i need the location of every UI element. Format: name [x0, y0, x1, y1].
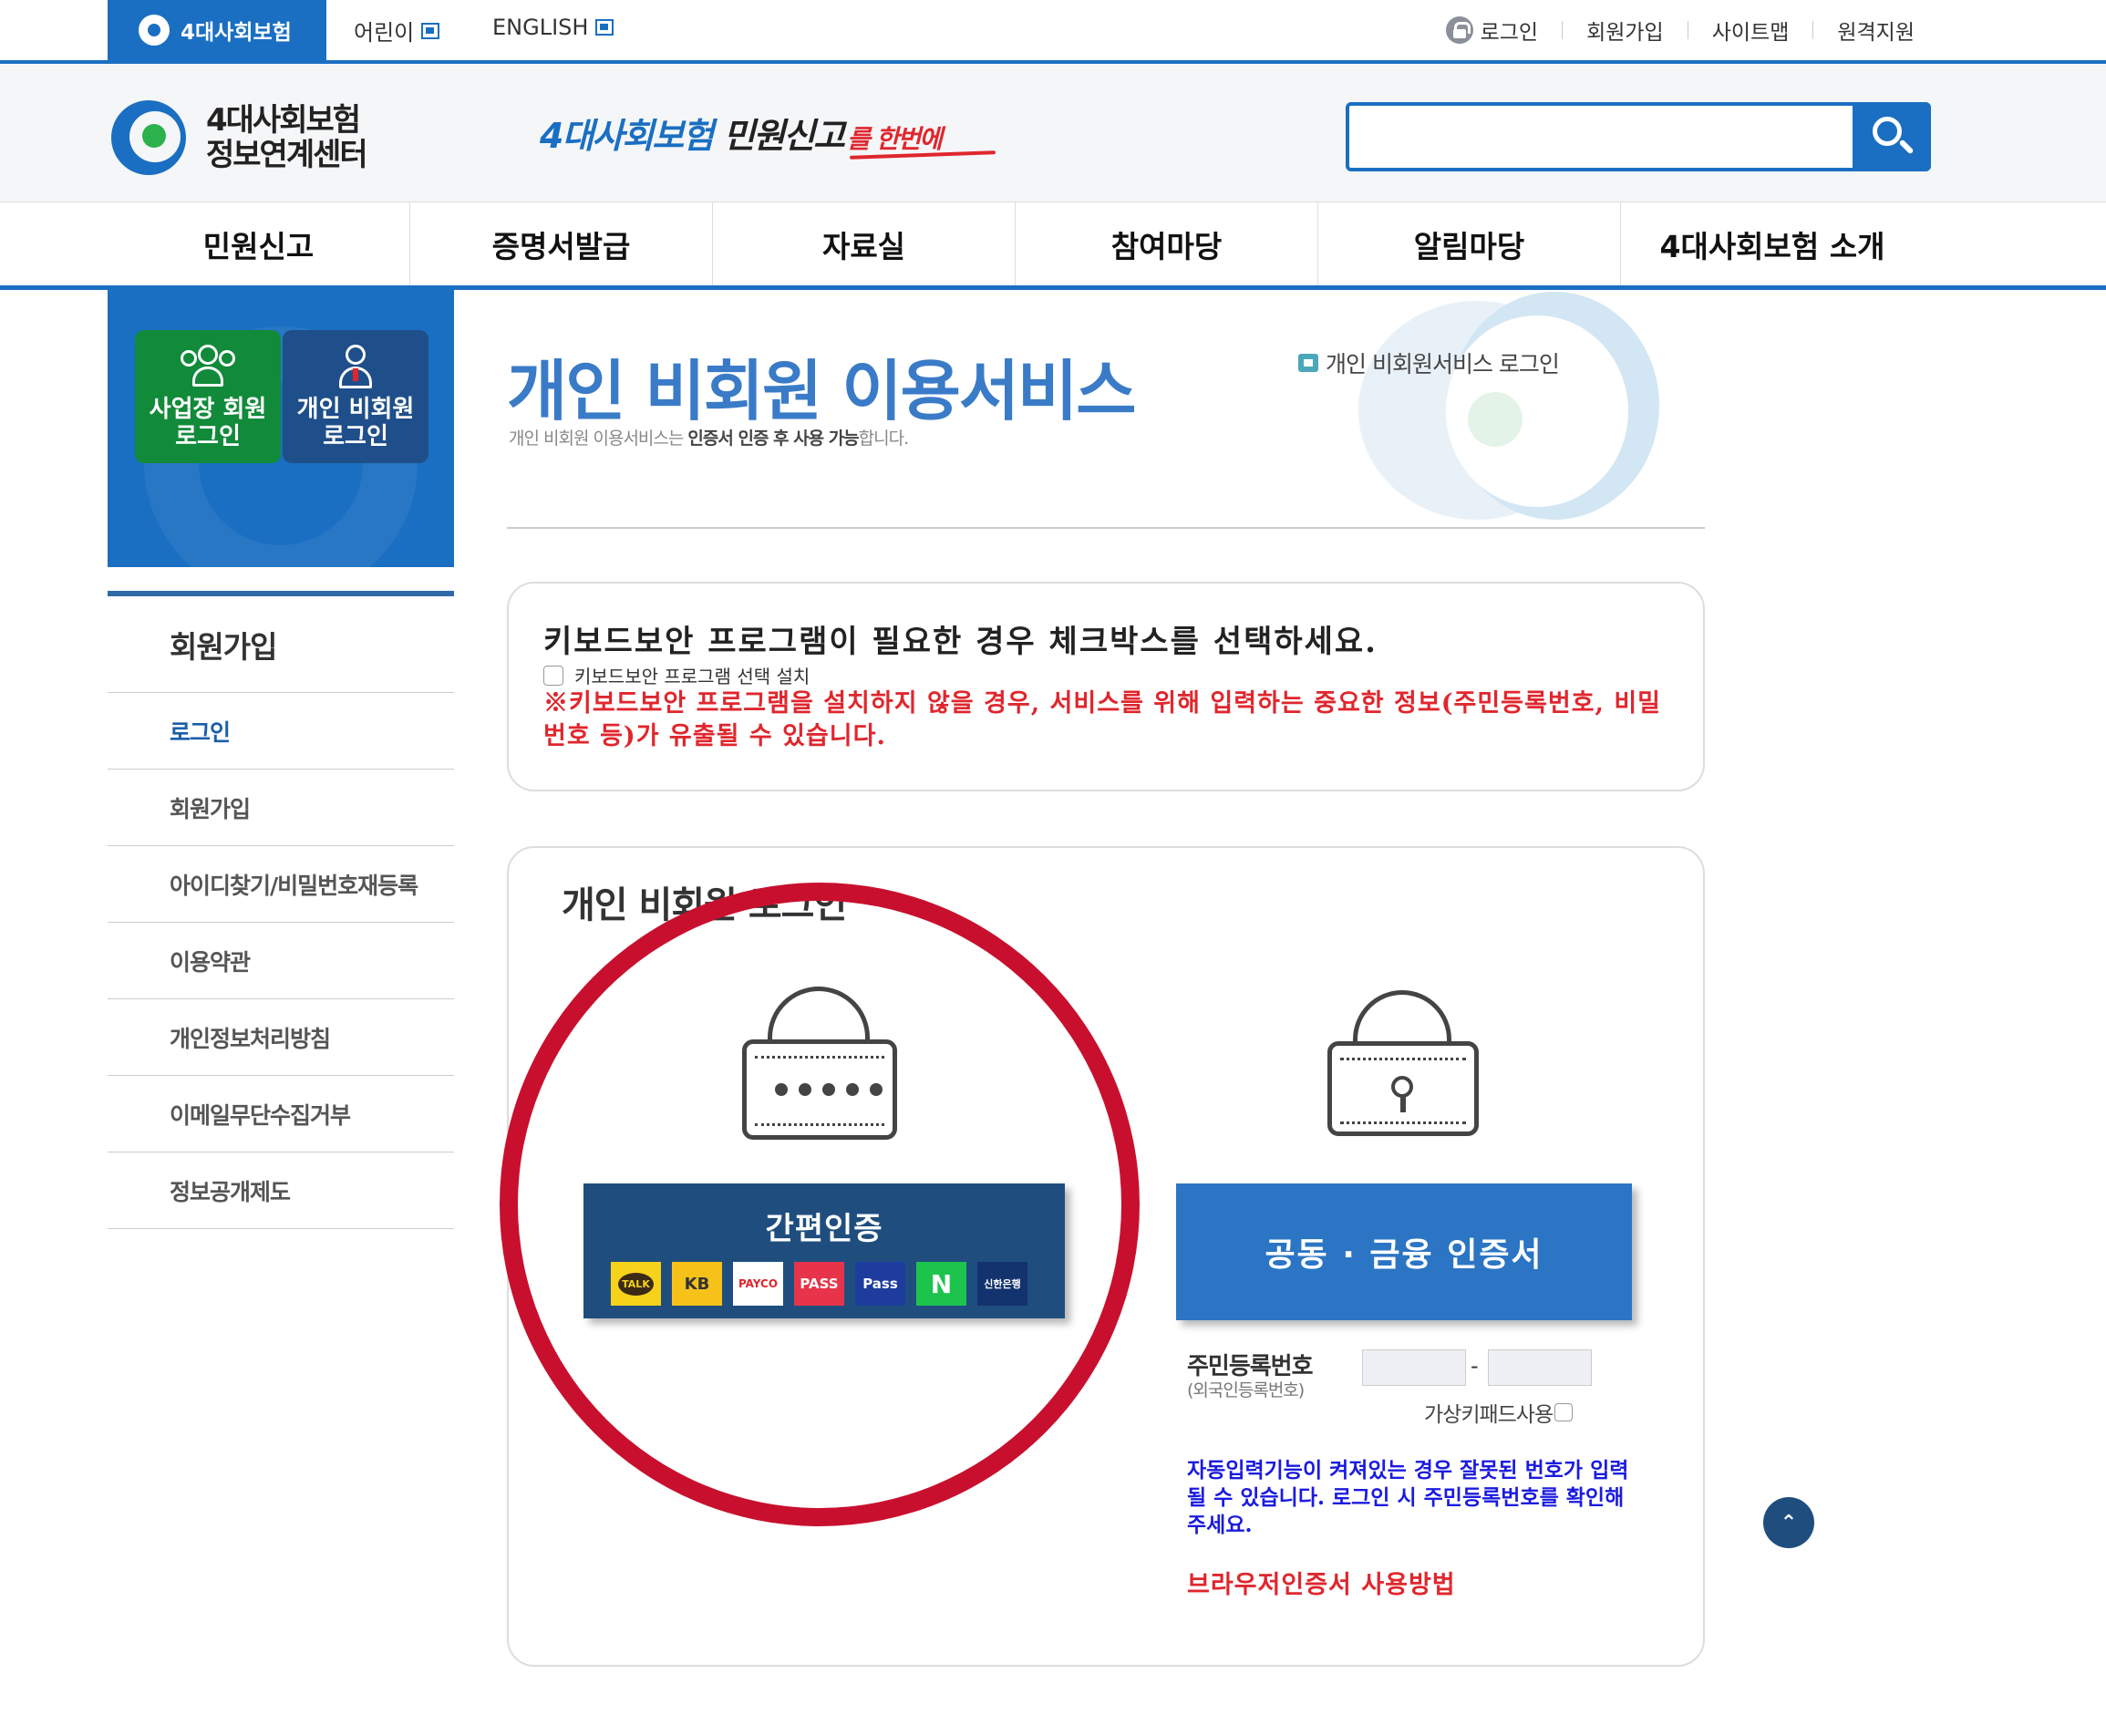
sidebar-menu-title: 회원가입	[108, 596, 454, 693]
nav-complaint[interactable]: 민원신고	[108, 202, 410, 285]
business-login-line1: 사업장 회원	[149, 396, 267, 423]
sidebar-item-terms[interactable]: 이용약관	[108, 923, 454, 999]
person-icon	[336, 345, 376, 390]
sitemap-link[interactable]: 사이트맵	[1712, 15, 1790, 46]
divider	[1562, 21, 1564, 39]
brand-tab-label: 4대사회보험	[181, 21, 292, 45]
main-navigation: 민원신고 증명서발급 자료실 참여마당 알림마당 4대사회보험 소개	[0, 202, 2106, 290]
logo-emblem-icon	[111, 100, 186, 175]
breadcrumb: 개인 비회원서비스 로그인	[1298, 346, 1560, 379]
sidebar-login-panel: 사업장 회원 로그인 개인 비회원 로그인	[108, 290, 454, 567]
sidebar-item-join[interactable]: 회원가입	[108, 770, 454, 846]
join-link[interactable]: 회원가입	[1586, 15, 1664, 46]
sidebar-item-find-id[interactable]: 아이디찾기/비밀번호재등록	[108, 846, 454, 923]
nav-certificate[interactable]: 증명서발급	[410, 202, 713, 285]
search-input[interactable]	[1353, 109, 1854, 164]
top-utility-bar: 4대사회보험 어린이 ENGLISH 로그인 회원가입 사이트맵 원격지원	[0, 0, 2106, 64]
scroll-top-icon: ⌃	[1780, 1511, 1798, 1534]
keyboard-security-checkbox-row: 키보드보안 프로그램 선택 설치	[543, 662, 810, 688]
slogan-blue: 4대사회보험	[540, 116, 714, 156]
kb-bank-icon: KB	[672, 1262, 722, 1306]
keyboard-security-question: 키보드보안 프로그램이 필요한 경우 체크박스를 선택하세요.	[543, 624, 1378, 660]
padlock-keyhole-icon	[1327, 990, 1479, 1136]
browser-cert-guide-link[interactable]: 브라우저인증서 사용방법	[1187, 1565, 1456, 1600]
logo-line-2: 정보연계센터	[206, 137, 368, 173]
autofill-notice: 자동입력기능이 켜져있는 경우 잘못된 번호가 입력될 수 있습니다. 로그인 …	[1187, 1458, 1629, 1537]
group-icon	[179, 345, 237, 390]
naver-icon: N	[916, 1262, 966, 1306]
pass-icon: PASS	[794, 1262, 844, 1306]
sidebar-item-email-refusal[interactable]: 이메일무단수집거부	[108, 1076, 454, 1152]
sidebar-item-privacy[interactable]: 개인정보처리방침	[108, 999, 454, 1076]
breadcrumb-current: 개인 비회원서비스 로그인	[1326, 351, 1560, 377]
slogan: 4대사회보험 민원신고 를 한번에	[540, 108, 943, 158]
personal-login-line2: 로그인	[323, 423, 388, 450]
site-header: 4대사회보험 정보연계센터 4대사회보험 민원신고 를 한번에	[0, 64, 2106, 202]
nav-participation[interactable]: 참여마당	[1016, 202, 1318, 285]
sidebar-item-disclosure[interactable]: 정보공개제도	[108, 1152, 454, 1229]
nav-library[interactable]: 자료실	[713, 202, 1016, 285]
simple-auth-label: 간편인증	[765, 1211, 883, 1247]
kids-link[interactable]: 어린이	[354, 15, 440, 46]
virtual-keypad-checkbox[interactable]	[1554, 1403, 1574, 1421]
logo-line-1: 4대사회보험	[206, 102, 361, 139]
lock-icon	[1445, 16, 1473, 44]
rrn-back-input[interactable]	[1488, 1349, 1592, 1386]
nav-notice[interactable]: 알림마당	[1318, 202, 1621, 285]
remote-support-link[interactable]: 원격지원	[1837, 15, 1915, 46]
external-link-icon	[421, 22, 440, 39]
brand-tab[interactable]: 4대사회보험	[108, 0, 326, 60]
sidebar-item-login[interactable]: 로그인	[108, 693, 454, 770]
scroll-top-button[interactable]: ⌃	[1763, 1497, 1814, 1548]
nav-about[interactable]: 4대사회보험 소개	[1621, 202, 1924, 285]
payco-icon: PAYCO	[733, 1262, 783, 1306]
page-title: 개인 비회원 이용서비스	[507, 353, 1137, 429]
subtitle-bold: 인증서 인증 후 사용 가능	[687, 429, 859, 449]
rrn-front-input[interactable]	[1362, 1349, 1466, 1386]
kids-link-label: 어린이	[354, 20, 415, 46]
rrn-sublabel: (외국인등록번호)	[1187, 1380, 1305, 1400]
sidebar-menu: 회원가입 로그인 회원가입 아이디찾기/비밀번호재등록 이용약관 개인정보처리방…	[108, 591, 454, 1229]
search-button[interactable]	[1853, 102, 1931, 171]
shinhan-bank-icon: 신한은행	[977, 1262, 1027, 1306]
keyboard-security-checkbox-label[interactable]: 키보드보안 프로그램 선택 설치	[574, 662, 810, 688]
home-icon[interactable]	[1298, 354, 1318, 372]
business-login-line2: 로그인	[175, 423, 241, 450]
slogan-black: 민원신고	[723, 116, 845, 156]
virtual-keypad-toggle[interactable]: 가상키패드사용	[1424, 1397, 1574, 1428]
personal-nonmember-login-button[interactable]: 개인 비회원 로그인	[283, 330, 428, 463]
padlock-icon	[742, 987, 897, 1140]
simple-auth-providers: TALK KB PAYCO PASS Pass N 신한은행	[611, 1262, 1027, 1306]
external-link-icon	[595, 19, 614, 36]
subtitle-pre: 개인 비회원 이용서비스는	[509, 429, 688, 449]
samsung-pass-icon: Pass	[855, 1262, 905, 1306]
top-right-links: 로그인 회원가입 사이트맵 원격지원	[1445, 15, 1915, 46]
search-box	[1346, 102, 1931, 171]
personal-login-line1: 개인 비회원	[296, 396, 415, 423]
slogan-red: 를 한번에	[847, 124, 943, 154]
rrn-dash: -	[1471, 1353, 1479, 1379]
joint-financial-certificate-button[interactable]: 공동 · 금융 인증서	[1176, 1183, 1632, 1320]
background-emblem	[1358, 292, 1659, 529]
login-box-title: 개인 비회원 로그인	[562, 884, 847, 926]
search-icon	[1873, 117, 1902, 146]
site-logo[interactable]: 4대사회보험 정보연계센터	[111, 100, 368, 175]
login-link[interactable]: 로그인	[1481, 15, 1538, 46]
keyboard-security-checkbox[interactable]	[543, 665, 563, 686]
english-link-label: ENGLISH	[492, 15, 589, 40]
keyboard-security-warning: ※키보드보안 프로그램을 설치하지 않을 경우, 서비스를 위해 입력하는 중요…	[543, 689, 1662, 750]
brand-logo-icon	[139, 15, 170, 46]
keyboard-security-box: 키보드보안 프로그램이 필요한 경우 체크박스를 선택하세요. 키보드보안 프로…	[507, 582, 1705, 791]
business-member-login-button[interactable]: 사업장 회원 로그인	[135, 330, 281, 463]
divider	[507, 527, 1705, 529]
subtitle-post: 합니다.	[858, 429, 909, 449]
simple-auth-button[interactable]: 간편인증 TALK KB PAYCO PASS Pass N 신한은행	[583, 1183, 1065, 1318]
kakao-icon: TALK	[611, 1262, 661, 1306]
english-link[interactable]: ENGLISH	[492, 15, 614, 40]
divider	[1812, 21, 1814, 39]
page-subtitle: 개인 비회원 이용서비스는 인증서 인증 후 사용 가능합니다.	[509, 425, 909, 450]
logo-text: 4대사회보험 정보연계센터	[206, 102, 368, 173]
virtual-keypad-label: 가상키패드사용	[1424, 1403, 1554, 1427]
